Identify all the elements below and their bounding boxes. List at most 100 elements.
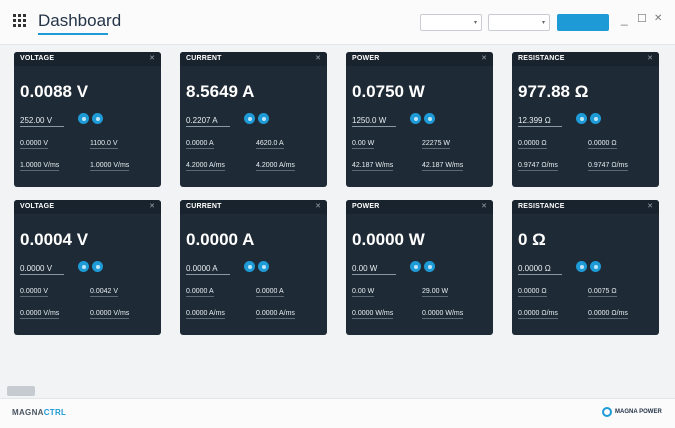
card-title: CURRENT xyxy=(186,203,222,210)
close-button[interactable]: ✕ xyxy=(654,12,662,26)
close-icon[interactable]: ✕ xyxy=(647,54,653,62)
close-icon[interactable]: ✕ xyxy=(315,202,321,210)
device-select[interactable]: ▾ xyxy=(420,14,482,31)
chevron-down-icon: ▾ xyxy=(473,20,477,26)
field-value[interactable]: 29.00 W xyxy=(422,288,449,297)
card-title: VOLTAGE xyxy=(20,55,55,62)
card-title: VOLTAGE xyxy=(20,203,55,210)
measurement-value: 0.0004 V xyxy=(20,230,89,249)
field-value[interactable]: 0.0000 W/ms xyxy=(422,310,464,319)
field-value[interactable]: 0.0000 A xyxy=(186,140,214,149)
close-icon[interactable]: ✕ xyxy=(149,54,155,62)
decrement-button[interactable] xyxy=(410,261,421,272)
voltage-card: VOLTAGE ✕ 0.0088 V 252.00 V 0.0000 V 110… xyxy=(14,52,161,187)
setpoint-field[interactable]: 252.00 V xyxy=(20,116,64,127)
minimize-button[interactable]: _ xyxy=(621,12,628,26)
field-value[interactable]: 0.00 W xyxy=(352,140,375,149)
measurement-value: 0 Ω xyxy=(518,230,546,249)
card-title: POWER xyxy=(352,203,380,210)
increment-button[interactable] xyxy=(424,113,435,124)
field-value[interactable]: 1100.0 V xyxy=(90,140,118,149)
setpoint-field[interactable]: 0.0000 Ω xyxy=(518,264,562,275)
primary-action-button[interactable] xyxy=(557,14,609,31)
status-tag[interactable] xyxy=(7,386,35,396)
voltage-card: VOLTAGE ✕ 0.0004 V 0.0000 V 0.0000 V 0.0… xyxy=(14,200,161,335)
decrement-button[interactable] xyxy=(576,113,587,124)
field-value[interactable]: 0.0000 Ω xyxy=(518,140,547,149)
field-value[interactable]: 0.0075 Ω xyxy=(588,288,617,297)
field-value[interactable]: 42.187 W/ms xyxy=(422,162,464,171)
card-title: CURRENT xyxy=(186,55,222,62)
field-value[interactable]: 0.0000 V/ms xyxy=(90,310,130,319)
brand-logo: MAGNACTRL xyxy=(12,408,66,417)
increment-button[interactable] xyxy=(424,261,435,272)
close-icon[interactable]: ✕ xyxy=(481,202,487,210)
increment-button[interactable] xyxy=(92,261,103,272)
brand-suffix: CTRL xyxy=(43,408,67,417)
field-value[interactable]: 1.0000 V/ms xyxy=(90,162,130,171)
measurement-value: 0.0750 W xyxy=(352,82,425,101)
field-value[interactable]: 0.0000 Ω xyxy=(518,288,547,297)
field-value[interactable]: 0.0000 W/ms xyxy=(352,310,394,319)
app-grid-icon[interactable] xyxy=(13,14,26,27)
close-icon[interactable]: ✕ xyxy=(481,54,487,62)
field-value[interactable]: 4.2000 A/ms xyxy=(256,162,295,171)
setpoint-field[interactable]: 1250.0 W xyxy=(352,116,396,127)
card-title: POWER xyxy=(352,55,380,62)
card-title: RESISTANCE xyxy=(518,203,565,210)
close-icon[interactable]: ✕ xyxy=(315,54,321,62)
vendor-logo-icon xyxy=(602,407,612,417)
field-value[interactable]: 0.00 W xyxy=(352,288,375,297)
power-card: POWER ✕ 0.0000 W 0.00 W 0.00 W 29.00 W 0… xyxy=(346,200,493,335)
field-value[interactable]: 0.0000 Ω xyxy=(588,140,617,149)
increment-button[interactable] xyxy=(258,113,269,124)
field-value[interactable]: 0.0000 A xyxy=(186,288,214,297)
current-card: CURRENT ✕ 8.5649 A 0.2207 A 0.0000 A 462… xyxy=(180,52,327,187)
field-value[interactable]: 42.187 W/ms xyxy=(352,162,394,171)
power-card: POWER ✕ 0.0750 W 1250.0 W 0.00 W 22275 W… xyxy=(346,52,493,187)
field-value[interactable]: 0.0000 A/ms xyxy=(186,310,225,319)
increment-button[interactable] xyxy=(258,261,269,272)
setpoint-field[interactable]: 0.0000 V xyxy=(20,264,64,275)
page-title: Dashboard xyxy=(38,11,122,30)
decrement-button[interactable] xyxy=(244,261,255,272)
field-value[interactable]: 0.9747 Ω/ms xyxy=(518,162,558,171)
decrement-button[interactable] xyxy=(576,261,587,272)
current-card: CURRENT ✕ 0.0000 A 0.0000 A 0.0000 A 0.0… xyxy=(180,200,327,335)
setpoint-field[interactable]: 0.00 W xyxy=(352,264,396,275)
field-value[interactable]: 4620.0 A xyxy=(256,140,284,149)
decrement-button[interactable] xyxy=(78,113,89,124)
field-value[interactable]: 0.0042 V xyxy=(90,288,119,297)
field-value[interactable]: 0.0000 V/ms xyxy=(20,310,60,319)
field-value[interactable]: 0.0000 A/ms xyxy=(256,310,295,319)
field-value[interactable]: 0.0000 V xyxy=(20,140,49,149)
field-value[interactable]: 0.0000 Ω/ms xyxy=(588,310,628,319)
field-value[interactable]: 0.0000 A xyxy=(256,288,284,297)
measurement-value: 0.0000 A xyxy=(186,230,255,249)
increment-button[interactable] xyxy=(590,113,601,124)
setpoint-field[interactable]: 0.0000 A xyxy=(186,264,230,275)
decrement-button[interactable] xyxy=(410,113,421,124)
increment-button[interactable] xyxy=(92,113,103,124)
field-value[interactable]: 22275 W xyxy=(422,140,451,149)
chevron-down-icon: ▾ xyxy=(541,20,545,26)
vendor-name: MAGNA POWER xyxy=(615,409,662,415)
close-icon[interactable]: ✕ xyxy=(647,202,653,210)
mode-select[interactable]: ▾ xyxy=(488,14,550,31)
field-value[interactable]: 4.2000 A/ms xyxy=(186,162,225,171)
close-icon[interactable]: ✕ xyxy=(149,202,155,210)
field-value[interactable]: 0.0000 V xyxy=(20,288,49,297)
field-value[interactable]: 0.0000 Ω/ms xyxy=(518,310,558,319)
setpoint-field[interactable]: 12.399 Ω xyxy=(518,116,562,127)
decrement-button[interactable] xyxy=(244,113,255,124)
brand-prefix: MAGNA xyxy=(12,408,44,417)
resistance-card: RESISTANCE ✕ 977.88 Ω 12.399 Ω 0.0000 Ω … xyxy=(512,52,659,187)
field-value[interactable]: 1.0000 V/ms xyxy=(20,162,60,171)
footer: MAGNACTRL MAGNA POWER xyxy=(0,398,675,428)
setpoint-field[interactable]: 0.2207 A xyxy=(186,116,230,127)
measurement-value: 0.0088 V xyxy=(20,82,89,101)
maximize-button[interactable]: ☐ xyxy=(637,12,647,26)
decrement-button[interactable] xyxy=(78,261,89,272)
field-value[interactable]: 0.9747 Ω/ms xyxy=(588,162,628,171)
increment-button[interactable] xyxy=(590,261,601,272)
